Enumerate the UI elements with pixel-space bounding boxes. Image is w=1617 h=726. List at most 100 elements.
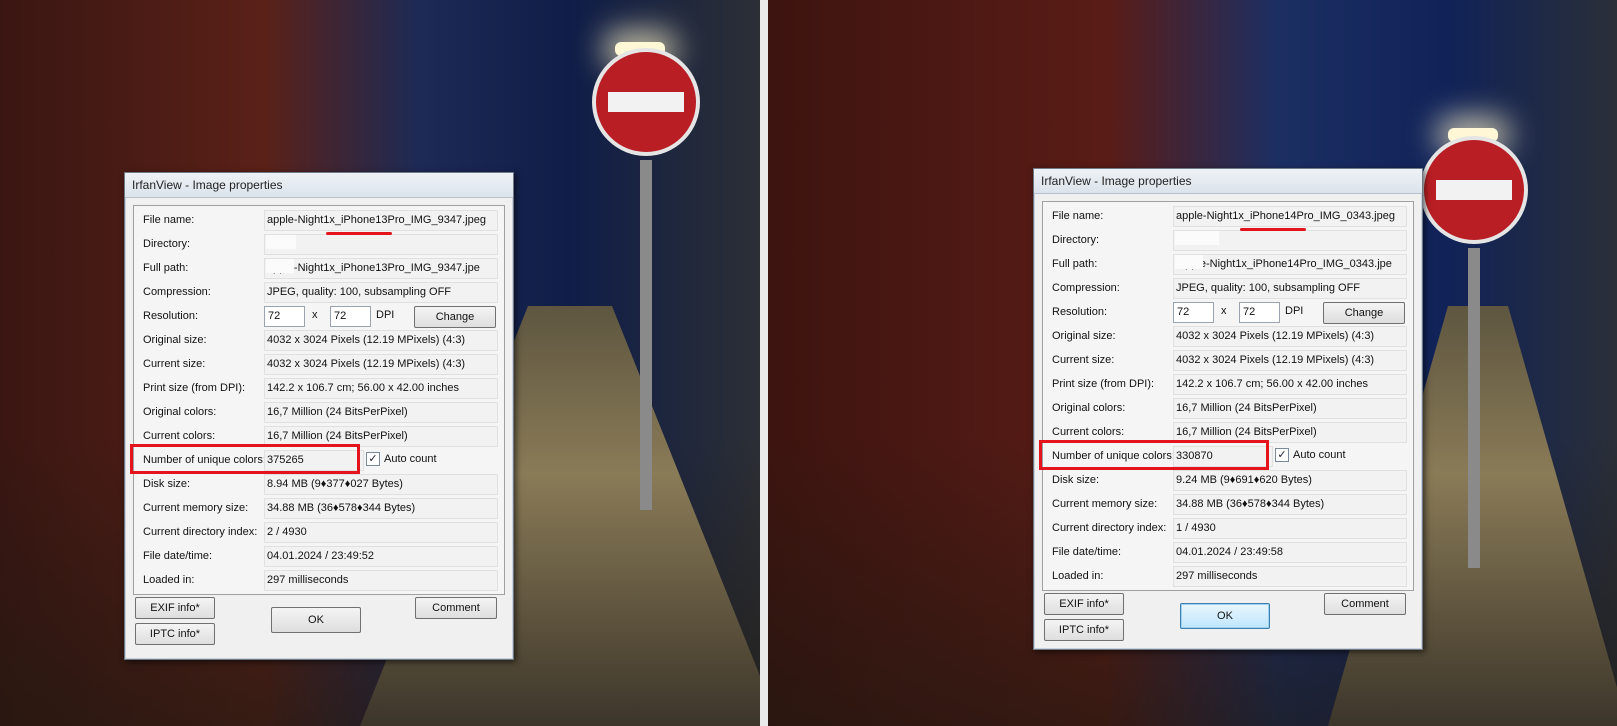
dpi-y-input[interactable]: 72	[330, 306, 371, 327]
properties-panel: File name: apple-Night1x_iPhone13Pro_IMG…	[133, 205, 505, 595]
image-divider	[760, 0, 768, 726]
row-file-name: File name: apple-Night1x_iPhone14Pro_IMG…	[1043, 206, 1413, 230]
comment-button[interactable]: Comment	[1324, 593, 1406, 615]
row-value: 297 milliseconds	[264, 570, 498, 591]
row-value: 1 / 4930	[1173, 518, 1407, 539]
row-full-path: Full path: \apple-Night1x_iPhone14Pro_IM…	[1043, 254, 1413, 278]
row-value: 4032 x 3024 Pixels (12.19 MPixels) (4:3)	[1173, 350, 1407, 371]
dpi-x-input[interactable]: 72	[264, 306, 305, 327]
row-value: 142.2 x 106.7 cm; 56.00 x 42.00 inches	[1173, 374, 1407, 395]
row-value: apple-Night1x_iPhone13Pro_IMG_9347.jpe	[264, 258, 498, 279]
row-label: Resolution:	[143, 310, 199, 322]
row-full-path: Full path: apple-Night1x_iPhone13Pro_IMG…	[134, 258, 504, 282]
row-label: Disk size:	[143, 478, 191, 490]
row-label: File name:	[1052, 210, 1104, 222]
dpi-unit: DPI	[376, 309, 395, 321]
iptc-info-button[interactable]: IPTC info*	[1044, 619, 1124, 641]
row-value: 04.01.2024 / 23:49:58	[1173, 542, 1407, 563]
row-label: Full path:	[143, 262, 189, 274]
row-file-name: File name: apple-Night1x_iPhone13Pro_IMG…	[134, 210, 504, 234]
row-label: Current memory size:	[1052, 498, 1158, 510]
redaction	[1175, 255, 1203, 269]
row-directory-index: Current directory index: 1 / 4930	[1043, 518, 1413, 542]
row-directory: Directory:	[134, 234, 504, 258]
row-value: 4032 x 3024 Pixels (12.19 MPixels) (4:3)	[264, 354, 498, 375]
dpi-separator: x	[1221, 305, 1227, 317]
row-memory-size: Current memory size: 34.88 MB (36♦578♦34…	[1043, 494, 1413, 518]
row-resolution: Resolution: 72 x 72 DPI Change	[1043, 302, 1413, 326]
row-label: Original colors:	[1052, 402, 1126, 414]
comment-button[interactable]: Comment	[415, 597, 497, 619]
row-label: Disk size:	[1052, 474, 1100, 486]
row-value: JPEG, quality: 100, subsampling OFF	[264, 282, 498, 303]
row-resolution: Resolution: 72 x 72 DPI Change	[134, 306, 504, 330]
dpi-x-input[interactable]: 72	[1173, 302, 1214, 323]
no-entry-sign	[592, 48, 700, 156]
unique-colors-highlight-box	[130, 444, 360, 474]
row-disk-size: Disk size: 8.94 MB (9♦377♦027 Bytes)	[134, 474, 504, 498]
row-disk-size: Disk size: 9.24 MB (9♦691♦620 Bytes)	[1043, 470, 1413, 494]
dpi-unit: DPI	[1285, 305, 1304, 317]
ok-button[interactable]: OK	[1180, 603, 1270, 629]
redaction	[266, 235, 296, 249]
row-loaded-in: Loaded in: 297 milliseconds	[134, 570, 504, 594]
row-label: Current directory index:	[1052, 522, 1167, 534]
sign-pole	[1468, 248, 1480, 568]
row-label: Loaded in:	[1052, 570, 1104, 582]
row-label: Original colors:	[143, 406, 217, 418]
row-label: Current size:	[1052, 354, 1115, 366]
filename-highlight-underline	[1240, 228, 1306, 231]
row-label: Current colors:	[143, 430, 216, 442]
row-value: 34.88 MB (36♦578♦344 Bytes)	[264, 498, 498, 519]
iptc-info-button[interactable]: IPTC info*	[135, 623, 215, 645]
auto-count-label: Auto count	[384, 453, 437, 465]
row-compression: Compression: JPEG, quality: 100, subsamp…	[134, 282, 504, 306]
row-value: 4032 x 3024 Pixels (12.19 MPixels) (4:3)	[1173, 326, 1407, 347]
row-print-size: Print size (from DPI): 142.2 x 106.7 cm;…	[134, 378, 504, 402]
row-label: File name:	[143, 214, 195, 226]
redaction	[266, 259, 294, 273]
row-directory: Directory:	[1043, 230, 1413, 254]
row-label: File date/time:	[143, 550, 213, 562]
sign-pole	[640, 160, 652, 510]
row-label: Current colors:	[1052, 426, 1125, 438]
image-properties-dialog-left: IrfanView - Image properties File name: …	[124, 172, 514, 660]
dpi-separator: x	[312, 309, 318, 321]
row-label: Print size (from DPI):	[1052, 378, 1155, 390]
exif-info-button[interactable]: EXIF info*	[135, 597, 215, 619]
row-label: Current directory index:	[143, 526, 258, 538]
filename-highlight-underline	[326, 232, 392, 235]
row-directory-index: Current directory index: 2 / 4930	[134, 522, 504, 546]
row-label: Full path:	[1052, 258, 1098, 270]
ok-button[interactable]: OK	[271, 607, 361, 633]
change-button[interactable]: Change	[1323, 302, 1405, 324]
row-value: 2 / 4930	[264, 522, 498, 543]
auto-count-checkbox[interactable]: ✓	[366, 452, 380, 466]
row-file-date: File date/time: 04.01.2024 / 23:49:52	[134, 546, 504, 570]
row-label: Loaded in:	[143, 574, 195, 586]
row-value: 16,7 Million (24 BitsPerPixel)	[264, 402, 498, 423]
unique-colors-highlight-box	[1039, 440, 1269, 470]
row-original-size: Original size: 4032 x 3024 Pixels (12.19…	[1043, 326, 1413, 350]
row-value: 9.24 MB (9♦691♦620 Bytes)	[1173, 470, 1407, 491]
row-value: 34.88 MB (36♦578♦344 Bytes)	[1173, 494, 1407, 515]
properties-panel: File name: apple-Night1x_iPhone14Pro_IMG…	[1042, 201, 1414, 591]
row-label: Original size:	[143, 334, 207, 346]
exif-info-button[interactable]: EXIF info*	[1044, 593, 1124, 615]
dpi-y-input[interactable]: 72	[1239, 302, 1280, 323]
row-current-size: Current size: 4032 x 3024 Pixels (12.19 …	[1043, 350, 1413, 374]
row-current-size: Current size: 4032 x 3024 Pixels (12.19 …	[134, 354, 504, 378]
row-memory-size: Current memory size: 34.88 MB (36♦578♦34…	[134, 498, 504, 522]
row-value: JPEG, quality: 100, subsampling OFF	[1173, 278, 1407, 299]
row-compression: Compression: JPEG, quality: 100, subsamp…	[1043, 278, 1413, 302]
row-print-size: Print size (from DPI): 142.2 x 106.7 cm;…	[1043, 374, 1413, 398]
change-button[interactable]: Change	[414, 306, 496, 328]
row-value	[264, 234, 498, 255]
auto-count-checkbox[interactable]: ✓	[1275, 448, 1289, 462]
row-value: \apple-Night1x_iPhone14Pro_IMG_0343.jpe	[1173, 254, 1407, 275]
row-loaded-in: Loaded in: 297 milliseconds	[1043, 566, 1413, 590]
row-label: Directory:	[1052, 234, 1100, 246]
row-value: 8.94 MB (9♦377♦027 Bytes)	[264, 474, 498, 495]
row-value: 297 milliseconds	[1173, 566, 1407, 587]
row-file-date: File date/time: 04.01.2024 / 23:49:58	[1043, 542, 1413, 566]
